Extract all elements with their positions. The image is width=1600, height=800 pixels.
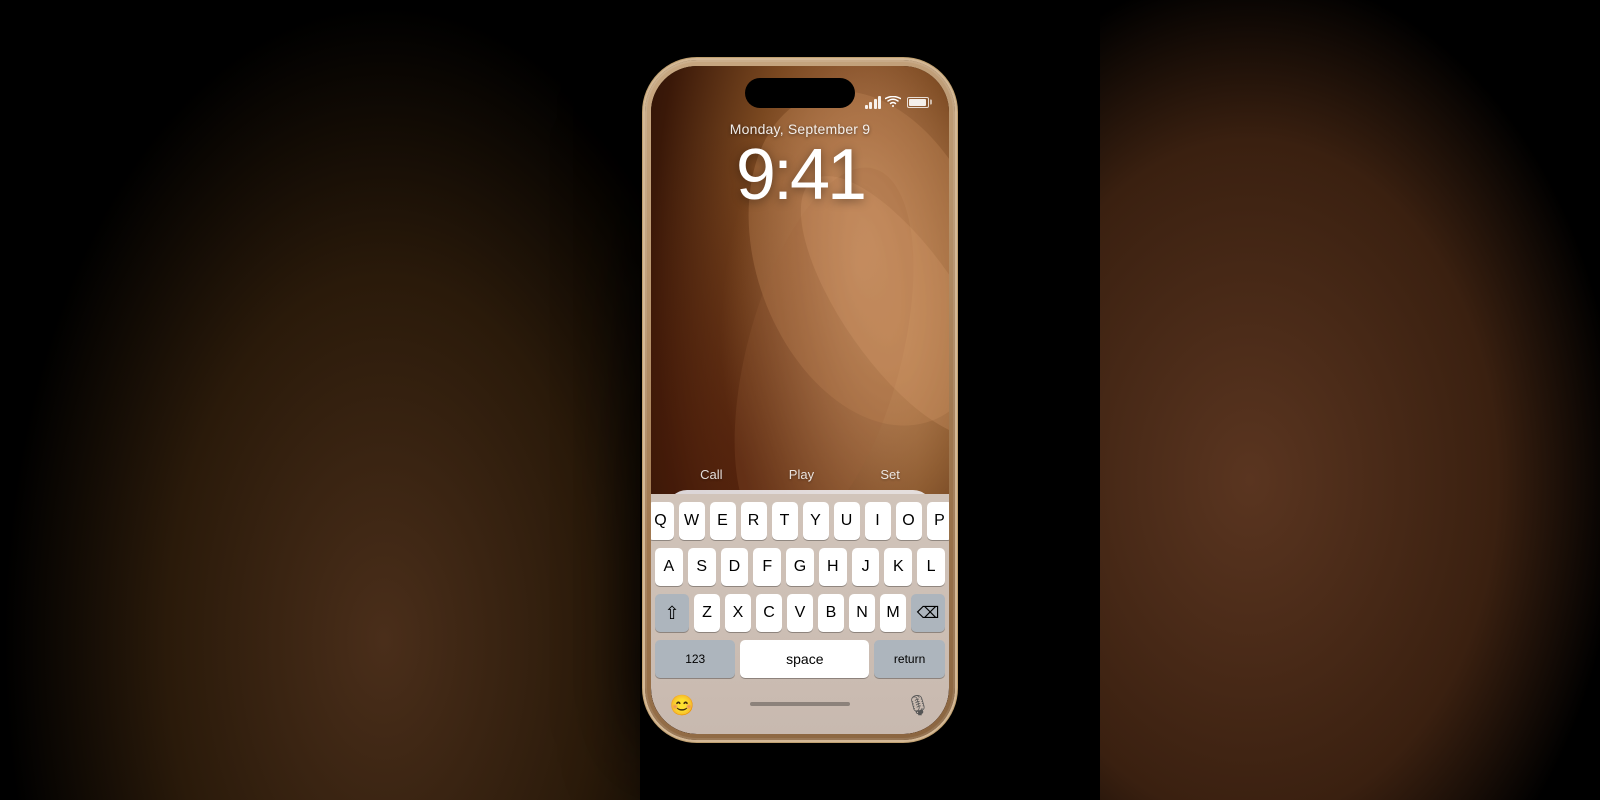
key-b[interactable]: B: [818, 594, 844, 632]
signal-bar-2: [869, 102, 872, 109]
battery-fill: [909, 99, 926, 106]
key-z[interactable]: Z: [694, 594, 720, 632]
key-f[interactable]: F: [753, 548, 781, 586]
microphone-key[interactable]: 🎙: [899, 686, 937, 724]
key-m[interactable]: M: [880, 594, 906, 632]
keyboard-bottom-row: 😊 🎙: [655, 686, 945, 724]
lock-screen-content: Monday, September 9 9:41: [651, 121, 949, 211]
scene: Monday, September 9 9:41 Call Play Set: [0, 0, 1600, 800]
quick-suggestion-call[interactable]: Call: [700, 467, 722, 482]
shift-key[interactable]: ⇧: [655, 594, 689, 632]
key-s[interactable]: S: [688, 548, 716, 586]
quick-suggestion-play[interactable]: Play: [789, 467, 814, 482]
key-o[interactable]: O: [896, 502, 922, 540]
key-y[interactable]: Y: [803, 502, 829, 540]
return-key[interactable]: return: [874, 640, 945, 678]
keyboard-row-4: 123 space return: [655, 640, 945, 678]
keyboard-row-1: Q W E R T Y U I O P: [655, 502, 945, 540]
lock-time: 9:41: [651, 139, 949, 211]
key-t[interactable]: T: [772, 502, 798, 540]
keyboard-row-3: ⇧ Z X C V B N M ⌫: [655, 594, 945, 632]
keyboard-row-2: A S D F G H J K L: [655, 548, 945, 586]
key-c[interactable]: C: [756, 594, 782, 632]
key-x[interactable]: X: [725, 594, 751, 632]
signal-icon: [865, 96, 882, 109]
quick-suggestions: Call Play Set: [667, 463, 933, 490]
key-q[interactable]: Q: [651, 502, 674, 540]
battery-tip: [930, 100, 932, 105]
hand-right: [1100, 0, 1600, 800]
key-r[interactable]: R: [741, 502, 767, 540]
key-i[interactable]: I: [865, 502, 891, 540]
key-j[interactable]: J: [852, 548, 880, 586]
key-h[interactable]: H: [819, 548, 847, 586]
key-u[interactable]: U: [834, 502, 860, 540]
delete-key[interactable]: ⌫: [911, 594, 945, 632]
iphone-frame: Monday, September 9 9:41 Call Play Set: [645, 60, 955, 740]
numbers-key[interactable]: 123: [655, 640, 735, 678]
emoji-key[interactable]: 😊: [663, 686, 701, 724]
home-indicator: [750, 702, 850, 706]
battery-icon: [907, 97, 929, 108]
key-w[interactable]: W: [679, 502, 705, 540]
keyboard: Q W E R T Y U I O P A S D F G: [651, 494, 949, 734]
key-e[interactable]: E: [710, 502, 736, 540]
key-n[interactable]: N: [849, 594, 875, 632]
dynamic-island: [745, 78, 855, 108]
hand-left: [0, 0, 640, 800]
key-d[interactable]: D: [721, 548, 749, 586]
iphone-screen: Monday, September 9 9:41 Call Play Set: [651, 66, 949, 734]
key-a[interactable]: A: [655, 548, 683, 586]
key-v[interactable]: V: [787, 594, 813, 632]
signal-bar-3: [874, 99, 877, 109]
key-p[interactable]: P: [927, 502, 950, 540]
key-k[interactable]: K: [884, 548, 912, 586]
key-l[interactable]: L: [917, 548, 945, 586]
space-key[interactable]: space: [740, 640, 869, 678]
status-bar-right: [865, 96, 930, 109]
signal-bar-1: [865, 105, 868, 109]
key-g[interactable]: G: [786, 548, 814, 586]
quick-suggestion-set[interactable]: Set: [880, 467, 900, 482]
wifi-icon: [885, 96, 901, 108]
signal-bar-4: [878, 96, 881, 109]
